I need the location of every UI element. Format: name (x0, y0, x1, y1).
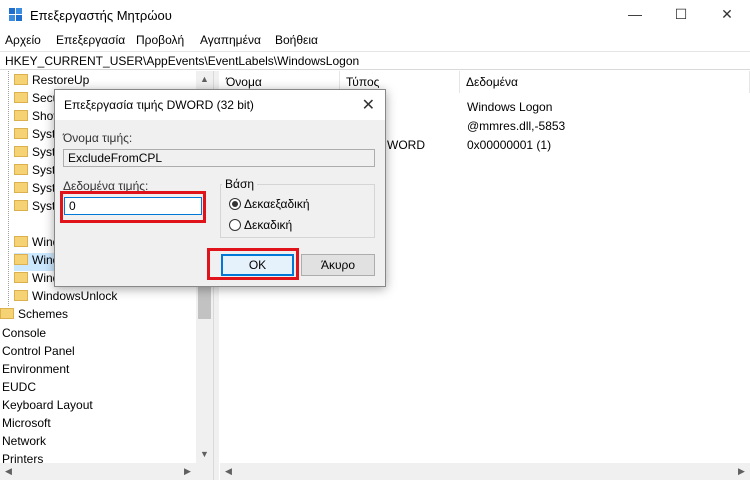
folder-icon (14, 110, 28, 121)
folder-icon (0, 308, 14, 319)
row-data-cell: 0x00000001 (1) (467, 138, 552, 152)
title-bar: Επεξεργαστής Μητρώου — ☐ ✕ (0, 0, 750, 31)
radio-decimal[interactable]: Δεκαδική (229, 218, 292, 232)
folder-icon (14, 236, 28, 247)
tree-item-label: RestoreUp (32, 73, 90, 87)
tree-item[interactable]: Secu (14, 91, 59, 109)
scroll-left-arrow-icon[interactable]: ◀ (0, 463, 17, 480)
dialog-title: Επεξεργασία τιμής DWORD (32 bit) (64, 98, 254, 112)
maximize-button[interactable]: ☐ (658, 0, 704, 31)
tree-item[interactable]: Shov (14, 109, 59, 127)
window-title: Επεξεργαστής Μητρώου (30, 8, 172, 23)
radio-selected-icon[interactable] (229, 198, 241, 210)
tree-item-keyboard-layout[interactable]: Keyboard Layout (2, 398, 93, 416)
registry-editor-icon (9, 8, 23, 22)
folder-icon (14, 290, 28, 301)
dialog-close-icon[interactable]: ✕ (362, 95, 375, 115)
menu-favorites[interactable]: Αγαπημένα (200, 33, 261, 47)
folder-icon (14, 128, 28, 139)
value-data-highlight (60, 191, 206, 223)
folder-icon (14, 272, 28, 283)
folder-icon (14, 92, 28, 103)
tree-item-environment[interactable]: Environment (2, 362, 69, 380)
scroll-left-arrow-icon[interactable]: ◀ (220, 463, 237, 480)
folder-icon (14, 200, 28, 211)
menu-view[interactable]: Προβολή (136, 33, 184, 47)
edit-dword-dialog: Επεξεργασία τιμής DWORD (32 bit) ✕ Όνομα… (54, 89, 386, 287)
tree-horizontal-scrollbar[interactable]: ◀ ▶ (0, 463, 213, 480)
folder-icon (14, 146, 28, 157)
row-data-cell: @mmres.dll,-5853 (467, 119, 566, 133)
scroll-right-arrow-icon[interactable]: ▶ (179, 463, 196, 480)
tree-item[interactable]: Wind (14, 271, 59, 289)
folder-icon (14, 74, 28, 85)
radio-decimal-label: Δεκαδική (244, 218, 293, 232)
base-label: Βάση (222, 177, 258, 191)
tree-item-label: WindowsUnlock (32, 289, 118, 303)
registry-editor-window: Επεξεργαστής Μητρώου — ☐ ✕ Αρχείο Επεξερ… (0, 0, 750, 480)
folder-icon (14, 254, 28, 265)
tree-item-schemes[interactable]: Schemes (0, 307, 68, 325)
tree-item-selected[interactable]: Wind (14, 253, 59, 271)
menu-edit[interactable]: Επεξεργασία (56, 33, 125, 47)
tree-item[interactable]: WindowsUnlock (14, 289, 117, 307)
address-path: HKEY_CURRENT_USER\AppEvents\EventLabels\… (5, 54, 360, 68)
list-horizontal-scrollbar[interactable]: ◀ ▶ (220, 463, 750, 480)
tree-item-control-panel[interactable]: Control Panel (2, 344, 75, 362)
tree-guide-line (8, 71, 9, 306)
minimize-button[interactable]: — (612, 0, 658, 31)
radio-unselected-icon[interactable] (229, 219, 241, 231)
menu-file[interactable]: Αρχείο (5, 33, 41, 47)
value-name-label: Όνομα τιμής: (63, 131, 133, 145)
tree-item-microsoft[interactable]: Microsoft (2, 416, 51, 434)
close-button[interactable]: ✕ (704, 0, 750, 31)
folder-icon (14, 182, 28, 193)
row-type-cell: WORD (387, 138, 425, 152)
row-data-cell: Windows Logon (467, 100, 553, 114)
tree-item-network[interactable]: Network (2, 434, 46, 452)
tree-item-console[interactable]: Console (2, 326, 46, 344)
scroll-right-arrow-icon[interactable]: ▶ (733, 463, 750, 480)
dialog-title-bar: Επεξεργασία τιμής DWORD (32 bit) ✕ (55, 90, 385, 120)
menu-bar: Αρχείο Επεξεργασία Προβολή Αγαπημένα Βοή… (0, 31, 750, 51)
column-header-data[interactable]: Δεδομένα (460, 71, 750, 93)
menu-help[interactable]: Βοήθεια (275, 33, 318, 47)
scroll-up-arrow-icon[interactable]: ▲ (196, 71, 213, 88)
address-bar[interactable]: HKEY_CURRENT_USER\AppEvents\EventLabels\… (0, 51, 750, 70)
scroll-down-arrow-icon[interactable]: ▼ (196, 446, 213, 463)
ok-button-highlight (207, 248, 299, 280)
radio-hexadecimal-label: Δεκαεξαδική (244, 197, 310, 211)
tree-item-eudc[interactable]: EUDC (2, 380, 36, 398)
tree-item-label: Schemes (18, 307, 69, 321)
value-name-field: ExcludeFromCPL (63, 149, 375, 167)
radio-hexadecimal[interactable]: Δεκαεξαδική (229, 197, 310, 211)
folder-icon (14, 164, 28, 175)
cancel-button[interactable]: Άκυρο (301, 254, 375, 276)
tree-item[interactable]: Wind (14, 235, 59, 253)
